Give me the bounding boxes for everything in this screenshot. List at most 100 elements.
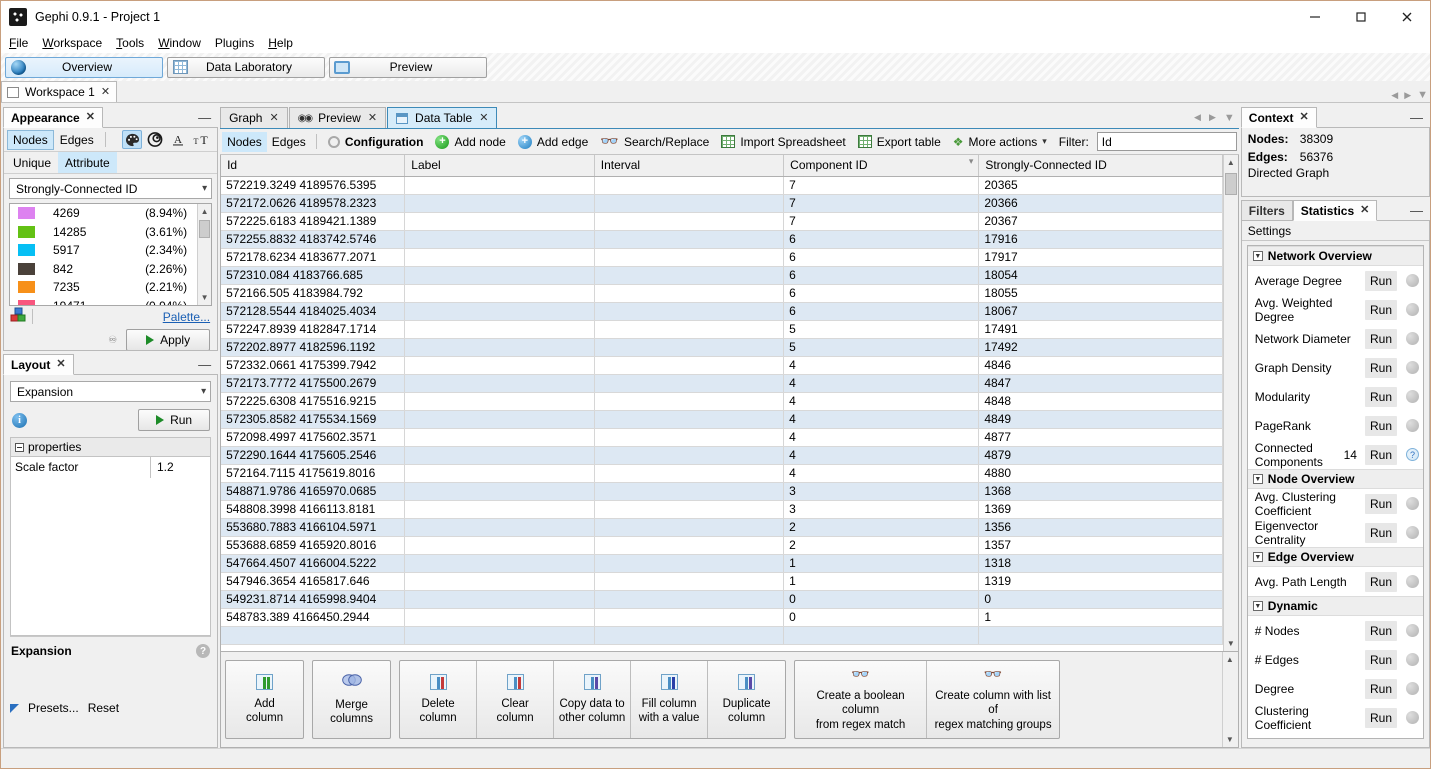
table-row[interactable]: 572164.7115 4175619.8016 4 4880 — [221, 464, 1223, 483]
table-row[interactable]: 572247.8939 4182847.1714 5 17491 — [221, 320, 1223, 339]
mode-data-laboratory-button[interactable]: Data Laboratory — [167, 56, 325, 78]
table-row-partial[interactable] — [221, 626, 1223, 645]
run-button[interactable]: Run — [1364, 493, 1397, 514]
table-row[interactable]: 548871.9786 4165970.0685 3 1368 — [221, 482, 1223, 501]
workspace-next-icon[interactable]: ▶ — [1404, 90, 1411, 101]
appearance-tab[interactable]: Appearance ✕ — [3, 107, 103, 128]
column-header-component-id[interactable]: Component ID ▾ — [783, 155, 980, 177]
clear-column-button[interactable]: Clear column — [477, 661, 555, 738]
menu-plugins[interactable]: Plugins — [215, 36, 254, 50]
column-toolbar-scrollbar[interactable]: ▲ ▼ — [1221, 652, 1237, 747]
table-row[interactable]: 572178.6234 4183677.2071 6 17917 — [221, 248, 1223, 267]
statistics-settings-bar[interactable]: Settings — [1241, 221, 1429, 241]
scroll-up-icon[interactable]: ▲ — [197, 204, 211, 219]
layout-reset-button[interactable]: Reset — [88, 701, 119, 715]
appearance-attribute-tab[interactable]: Attribute — [58, 152, 117, 173]
run-button[interactable]: Run — [1364, 707, 1397, 728]
column-header-id[interactable]: Id — [221, 155, 406, 177]
run-button[interactable]: Run — [1364, 444, 1397, 465]
run-button[interactable]: Run — [1364, 678, 1397, 699]
filter-input[interactable] — [1096, 132, 1237, 151]
table-row[interactable]: 547664.4507 4166004.5222 1 1318 — [221, 554, 1223, 573]
create-column-regex-groups-button[interactable]: 👓 Create column with list of regex match… — [927, 661, 1059, 738]
layout-properties-group-header[interactable]: properties — [11, 438, 211, 457]
layout-minimize-icon[interactable]: — — [195, 354, 214, 374]
layout-tab[interactable]: Layout ✕ — [3, 354, 74, 375]
tab-data-table[interactable]: Data Table ✕ — [387, 107, 498, 128]
table-row[interactable]: 572173.7772 4175500.2679 4 4847 — [221, 374, 1223, 393]
close-button[interactable] — [1384, 1, 1430, 33]
table-row[interactable]: 549231.8714 4165998.9404 0 0 — [221, 590, 1223, 609]
mode-overview-button[interactable]: Overview — [5, 56, 163, 78]
statistics-close-icon[interactable]: ✕ — [1360, 205, 1369, 216]
appearance-unique-tab[interactable]: Unique — [6, 152, 58, 173]
tab-graph-close-icon[interactable]: ✕ — [269, 112, 278, 124]
tab-filters[interactable]: Filters — [1240, 200, 1293, 221]
table-row[interactable]: 548783.389 4166450.2944 0 1 — [221, 608, 1223, 627]
workspace-tab[interactable]: Workspace 1 ✕ — [1, 81, 118, 102]
menu-tools[interactable]: Tools — [116, 36, 144, 50]
statistics-group-node-overview[interactable]: ▼ Node Overview — [1247, 469, 1423, 489]
statistics-group-dynamic[interactable]: ▼ Dynamic — [1247, 596, 1423, 616]
tab-next-icon[interactable]: ▶ — [1209, 112, 1216, 123]
statistics-minimize-icon[interactable]: — — [1407, 200, 1426, 220]
configuration-button[interactable]: Configuration — [322, 133, 430, 151]
run-button[interactable]: Run — [1364, 649, 1397, 670]
run-button[interactable]: Run — [1364, 522, 1397, 543]
appearance-nodes-button[interactable]: Nodes — [7, 129, 54, 150]
collapse-icon[interactable] — [15, 442, 24, 452]
tab-data-table-close-icon[interactable]: ✕ — [479, 112, 488, 124]
create-boolean-column-from-regex-button[interactable]: 👓 Create a boolean column from regex mat… — [795, 661, 928, 738]
appearance-partition-list[interactable]: 4269 (8.94%) 14285 (3.61%) 5917 (2.34%) — [9, 203, 213, 306]
menu-file[interactable]: File — [9, 36, 28, 50]
table-row[interactable]: 572305.8582 4175534.1569 4 4849 — [221, 410, 1223, 429]
workspace-close-icon[interactable]: ✕ — [101, 86, 110, 98]
statistics-group-network-overview[interactable]: ▼ Network Overview — [1247, 246, 1423, 266]
collapse-icon[interactable]: ▼ — [1252, 251, 1263, 261]
list-item[interactable]: 14285 (3.61%) — [10, 223, 211, 242]
minimize-button[interactable] — [1292, 1, 1338, 33]
import-spreadsheet-button[interactable]: Import Spreadsheet — [715, 133, 851, 151]
table-row[interactable]: 572166.505 4183984.792 6 18055 — [221, 284, 1223, 303]
table-row[interactable]: 553680.7883 4166104.5971 2 1356 — [221, 518, 1223, 537]
merge-columns-button[interactable]: Merge columns — [313, 661, 390, 738]
tab-preview[interactable]: ◉◉ Preview ✕ — [288, 107, 387, 128]
search-replace-button[interactable]: 👓 Search/Replace — [594, 132, 715, 151]
list-item[interactable]: 842 (2.26%) — [10, 260, 211, 279]
tab-statistics[interactable]: Statistics ✕ — [1292, 200, 1378, 221]
appearance-edges-button[interactable]: Edges — [54, 130, 100, 150]
size-icon[interactable] — [145, 130, 165, 149]
workspace-list-icon[interactable]: ▼ — [1417, 89, 1428, 101]
collapse-icon[interactable]: ▼ — [1252, 552, 1263, 562]
scroll-down-icon[interactable]: ▼ — [197, 290, 211, 305]
table-row[interactable]: 572128.5544 4184025.4034 6 18067 — [221, 302, 1223, 321]
tab-graph[interactable]: Graph ✕ — [220, 107, 288, 128]
appearance-minimize-icon[interactable]: — — [195, 107, 214, 127]
context-tab[interactable]: Context ✕ — [1240, 107, 1317, 128]
column-header-strongly-connected-id[interactable]: Strongly-Connected ID — [978, 155, 1223, 177]
run-button[interactable]: Run — [1364, 571, 1397, 592]
statistics-group-edge-overview[interactable]: ▼ Edge Overview — [1247, 547, 1423, 567]
column-header-label[interactable]: Label — [404, 155, 595, 177]
add-column-button[interactable]: Add column — [226, 661, 303, 738]
appearance-attribute-select[interactable]: Strongly-Connected ID ▾ — [9, 178, 213, 199]
export-table-button[interactable]: Export table — [852, 133, 947, 151]
run-button[interactable]: Run — [1364, 328, 1397, 349]
text-color-icon[interactable]: A — [168, 130, 188, 149]
palette-icon[interactable] — [122, 130, 143, 149]
run-button[interactable]: Run — [1364, 270, 1397, 291]
layout-close-icon[interactable]: ✕ — [56, 359, 65, 370]
menu-help[interactable]: Help — [268, 36, 293, 50]
run-button[interactable]: Run — [1364, 415, 1397, 436]
info-icon[interactable]: i — [12, 412, 27, 428]
help-icon[interactable]: ? — [196, 644, 211, 658]
table-row[interactable]: 572255.8832 4183742.5746 6 17916 — [221, 230, 1223, 249]
tab-preview-close-icon[interactable]: ✕ — [368, 112, 377, 124]
menu-workspace[interactable]: Workspace — [42, 36, 102, 50]
table-row[interactable]: 572202.8977 4182596.1192 5 17492 — [221, 338, 1223, 357]
table-row[interactable]: 572310.084 4183766.685 6 18054 — [221, 266, 1223, 285]
add-node-button[interactable]: + Add node — [429, 133, 511, 151]
table-row[interactable]: 548808.3998 4166113.8181 3 1369 — [221, 500, 1223, 519]
delete-column-button[interactable]: Delete column — [400, 661, 478, 738]
color-blocks-icon[interactable] — [10, 307, 27, 326]
